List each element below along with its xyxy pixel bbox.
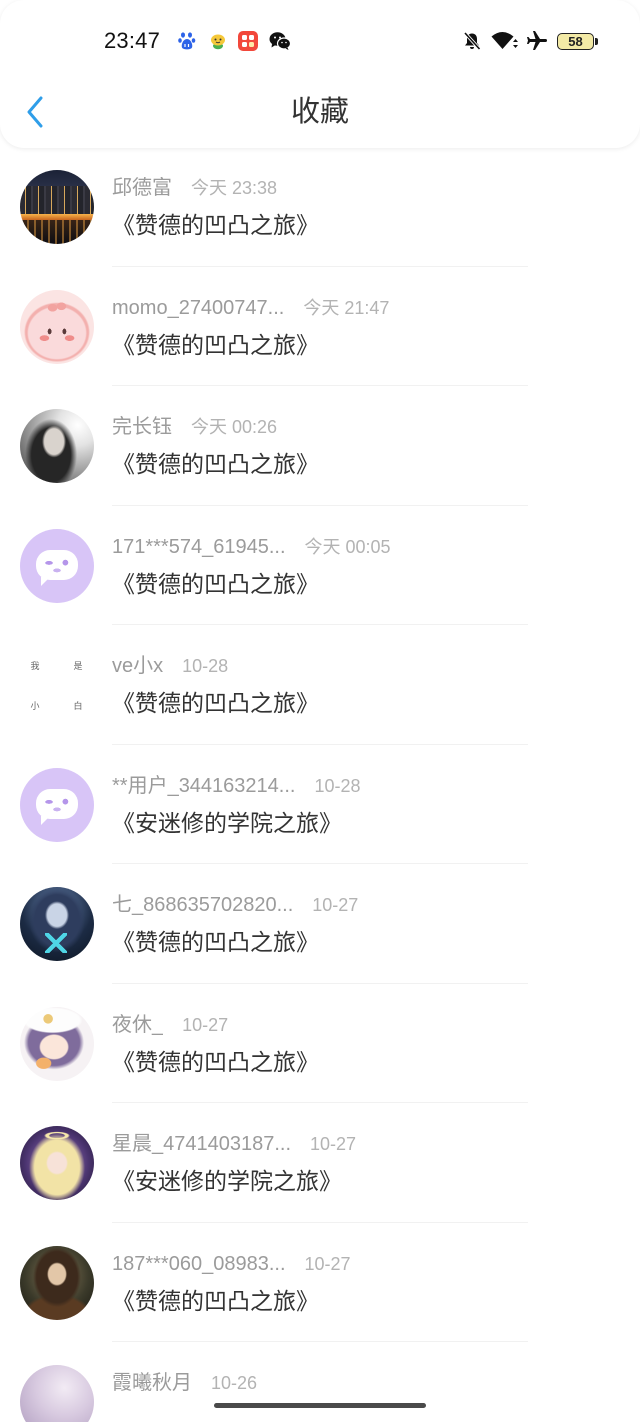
red-app-icon	[238, 31, 258, 51]
user-name[interactable]: 七_868635702820...	[112, 893, 293, 917]
avatar[interactable]	[20, 1126, 94, 1200]
battery-indicator: 58	[557, 33, 594, 50]
favorite-item[interactable]: 187***060_08983... 10-27 《赞德的凹凸之旅》	[0, 1223, 640, 1342]
mascot-app-icon	[211, 34, 225, 50]
avatar[interactable]	[20, 887, 94, 961]
story-title: 《赞德的凹凸之旅》	[112, 331, 319, 358]
favorite-item[interactable]: 星晨_4741403187... 10-27 《安迷修的学院之旅》	[0, 1103, 640, 1223]
avatar[interactable]	[20, 1006, 94, 1081]
story-title: 《赞德的凹凸之旅》	[112, 929, 319, 955]
baidu-icon	[178, 32, 196, 50]
avatar[interactable]	[20, 528, 94, 603]
airplane-mode-icon	[527, 31, 547, 50]
status-time: 23:47	[104, 28, 161, 53]
item-meta: 霞曦秋月 10-26	[112, 1371, 257, 1395]
favorite-item[interactable]: 邱德富 今天 23:38 《赞德的凹凸之旅》	[0, 147, 640, 267]
user-name[interactable]: 完长钰	[112, 415, 172, 439]
favorite-item[interactable]: 我 是 小 白 ve小x 10-28 《赞德的凹凸之旅》	[0, 625, 640, 745]
user-name[interactable]: momo_27400747...	[112, 296, 284, 320]
avatar[interactable]: 我 是 小 白	[20, 648, 94, 722]
timestamp: 10-28	[182, 656, 229, 676]
story-title: 《安迷修的学院之旅》	[112, 809, 342, 836]
user-name[interactable]: 霞曦秋月	[112, 1371, 192, 1395]
avatar-char: 小	[30, 701, 40, 711]
favorite-item[interactable]: 夜休_ 10-27 《赞德的凹凸之旅》	[0, 984, 640, 1103]
item-meta: momo_27400747... 今天 21:47	[112, 296, 389, 320]
story-title: 《安迷修的学院之旅》	[112, 1168, 342, 1194]
user-name[interactable]: 星晨_4741403187...	[112, 1132, 291, 1156]
timestamp: 10-27	[312, 895, 359, 915]
timestamp: 今天 00:05	[304, 536, 391, 557]
item-meta: 171***574_61945... 今天 00:05	[112, 535, 391, 559]
avatar-char: 白	[73, 701, 83, 711]
user-name[interactable]: 171***574_61945...	[112, 535, 286, 559]
timestamp: 10-27	[310, 1134, 357, 1154]
avatar[interactable]	[20, 289, 94, 364]
story-title: 《赞德的凹凸之旅》	[112, 1048, 319, 1075]
user-name[interactable]: 187***060_08983...	[112, 1252, 286, 1276]
favorite-item[interactable]: 霞曦秋月 10-26	[0, 1342, 640, 1422]
battery-cap	[595, 38, 598, 45]
story-title: 《赞德的凹凸之旅》	[112, 570, 319, 597]
favorite-item[interactable]: momo_27400747... 今天 21:47 《赞德的凹凸之旅》	[0, 267, 640, 386]
timestamp: 10-27	[182, 1014, 229, 1035]
item-meta: 完长钰 今天 00:26	[112, 415, 277, 439]
item-meta: ve小x 10-28	[112, 654, 228, 678]
avatar[interactable]	[20, 1365, 94, 1422]
timestamp: 今天 23:38	[191, 178, 278, 198]
avatar[interactable]	[20, 767, 94, 842]
item-meta: 夜休_ 10-27	[112, 1013, 228, 1037]
timestamp: 10-26	[211, 1373, 258, 1393]
timestamp: 10-28	[314, 775, 361, 796]
story-title: 《赞德的凹凸之旅》	[112, 690, 319, 716]
story-title: 《赞德的凹凸之旅》	[112, 1287, 319, 1314]
favorites-screen: 23:47 58 收藏 邱德富 今天 23:38 《赞德的凹凸之旅》 momo_…	[0, 0, 640, 1422]
avatar[interactable]	[20, 409, 94, 483]
timestamp: 10-27	[304, 1253, 351, 1274]
favorite-item[interactable]: 171***574_61945... 今天 00:05 《赞德的凹凸之旅》	[0, 506, 640, 625]
item-meta: **用户_344163214... 10-28	[112, 774, 361, 798]
timestamp: 今天 00:26	[191, 417, 278, 437]
user-name[interactable]: **用户_344163214...	[112, 774, 295, 798]
item-meta: 七_868635702820... 10-27	[112, 893, 358, 917]
user-name[interactable]: ve小x	[112, 654, 163, 678]
wifi-icon	[491, 32, 518, 49]
story-title: 《赞德的凹凸之旅》	[112, 451, 319, 477]
top-bar: 23:47 58 收藏	[0, 0, 640, 148]
mute-icon	[463, 31, 481, 51]
favorite-item[interactable]: 七_868635702820... 10-27 《赞德的凹凸之旅》	[0, 864, 640, 984]
avatar[interactable]	[20, 170, 94, 244]
favorite-item[interactable]: **用户_344163214... 10-28 《安迷修的学院之旅》	[0, 745, 640, 864]
avatar-char: 是	[73, 661, 83, 671]
timestamp: 今天 21:47	[303, 297, 390, 318]
story-title: 《赞德的凹凸之旅》	[112, 212, 319, 238]
avatar[interactable]	[20, 1245, 94, 1320]
wechat-icon	[269, 32, 291, 50]
item-meta: 星晨_4741403187... 10-27	[112, 1132, 356, 1156]
home-indicator[interactable]	[214, 1403, 426, 1408]
battery-level: 58	[568, 33, 583, 49]
favorite-item[interactable]: 完长钰 今天 00:26 《赞德的凹凸之旅》	[0, 386, 640, 506]
page-title: 收藏	[290, 96, 349, 128]
user-name[interactable]: 夜休_	[112, 1013, 163, 1037]
item-meta: 邱德富 今天 23:38	[112, 176, 277, 200]
item-meta: 187***060_08983... 10-27	[112, 1252, 351, 1276]
user-name[interactable]: 邱德富	[112, 176, 172, 200]
favorites-list: 邱德富 今天 23:38 《赞德的凹凸之旅》 momo_27400747... …	[0, 147, 640, 1422]
avatar-char: 我	[30, 661, 40, 671]
